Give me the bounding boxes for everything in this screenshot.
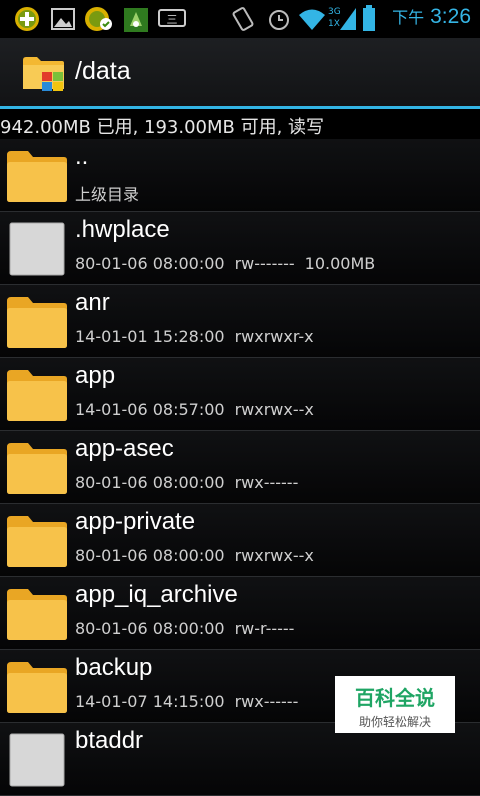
file-name: anr [75,289,110,316]
folder-icon [6,439,68,499]
status-ampm: 下午 [392,10,425,27]
file-name: btaddr [75,727,144,754]
usb-icon [122,6,150,38]
keyboard-label: 三 [167,13,178,26]
signal-1x-label: 1X [328,19,340,29]
file-list-item[interactable]: .. 上级目录 [0,139,480,212]
file-list-item[interactable]: app_iq_archive 80-01-06 08:00:00 rw-r----- [0,577,480,650]
folder-icon [6,293,68,353]
file-list-item[interactable]: anr 14-01-01 15:28:00 rwxrwxr-x [0,285,480,358]
file-meta: 80-01-06 08:00:00 rwxrwx--x [75,546,324,565]
add-icon [14,6,40,36]
file-name: app-asec [75,435,174,462]
current-path-title: /data [75,57,131,85]
file-name: .. [75,143,89,170]
vibrate-icon [230,6,256,36]
file-meta: 14-01-07 14:15:00 rwx------ [75,692,308,711]
file-name: app-private [75,508,196,535]
file-meta-field: rwxrwxr-x [234,327,314,346]
file-meta-field: 上级目录 [75,185,140,204]
status-bar: 三 3G 1X 下午 3:26 [0,0,480,38]
folder-app-icon[interactable] [22,54,66,96]
storage-info: 942.00MB 已用, 193.00MB 可用, 读写 [0,117,325,138]
keyboard-icon: 三 [158,6,186,34]
file-name: app [75,362,116,389]
file-icon [6,220,68,280]
action-bar: /data [0,38,480,106]
file-name: .hwplace [75,216,170,243]
watermark-subtitle: 助你轻松解决 [358,715,431,729]
file-meta: 14-01-06 08:57:00 rwxrwx--x [75,400,324,419]
file-name: backup [75,654,153,681]
signal-3g-label: 3G [328,7,341,17]
status-clock: 下午 3:26 [392,4,471,29]
watermark-title: 百科全说 [355,686,435,710]
status-time: 3:26 [430,5,471,28]
alarm-icon [266,6,292,36]
file-name: app_iq_archive [75,581,238,608]
file-list-item[interactable]: .hwplace 80-01-06 08:00:00 rw------- 10.00M… [0,212,480,285]
watermark-logo: 百科全说 助你轻松解决 [335,676,455,733]
file-meta: 80-01-06 08:00:00 rw-r----- [75,619,304,638]
file-meta-field: 14-01-06 08:57:00 [75,400,225,419]
file-meta: 14-01-01 15:28:00 rwxrwxr-x [75,327,324,346]
file-list-item[interactable]: app-private 80-01-06 08:00:00 rwxrwx--x [0,504,480,577]
file-meta: 上级目录 [75,181,149,205]
file-list-item[interactable]: app 14-01-06 08:57:00 rwxrwx--x [0,358,480,431]
folder-icon [6,658,68,718]
wifi-icon [297,6,327,36]
file-meta: 80-01-06 08:00:00 rwx------ [75,473,308,492]
folder-icon [6,147,68,207]
download-icon [84,6,114,36]
action-bar-divider [0,106,480,109]
file-meta-field: 80-01-06 08:00:00 [75,619,225,638]
battery-icon [362,5,376,35]
file-meta-field: rwx------ [234,473,299,492]
file-meta: 80-01-06 08:00:00 rw------- 10.00MB [75,254,385,273]
file-meta-field: rwxrwx--x [234,546,314,565]
file-meta-field: 80-01-06 08:00:00 [75,254,225,273]
file-meta-field: rwxrwx--x [234,400,314,419]
file-meta-field: 14-01-07 14:15:00 [75,692,225,711]
file-meta-field: rwx------ [234,692,299,711]
signal-icon: 3G 1X [328,4,358,36]
file-meta-field: 14-01-01 15:28:00 [75,327,225,346]
file-icon [6,731,68,791]
file-meta-field: 80-01-06 08:00:00 [75,473,225,492]
file-list-item[interactable]: btaddr [0,723,480,796]
file-meta-field: rw------- [234,254,295,273]
file-meta-field: 80-01-06 08:00:00 [75,546,225,565]
gallery-icon [50,6,76,36]
file-meta-field: 10.00MB [304,254,376,273]
folder-icon [6,512,68,572]
file-list-item[interactable]: app-asec 80-01-06 08:00:00 rwx------ [0,431,480,504]
file-meta-field: rw-r----- [234,619,295,638]
folder-icon [6,585,68,645]
folder-icon [6,366,68,426]
